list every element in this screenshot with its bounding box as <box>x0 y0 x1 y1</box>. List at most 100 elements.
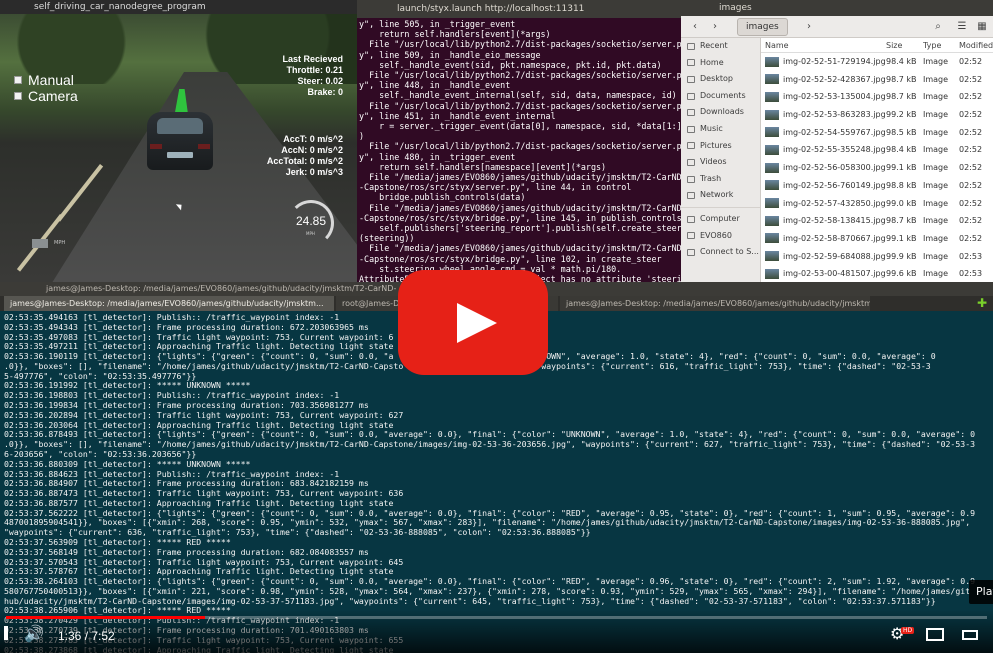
file-type: Image <box>923 251 949 261</box>
youtube-play-button[interactable] <box>398 270 548 375</box>
camera-option[interactable]: Camera <box>14 88 78 104</box>
terminal-line: y", line 480, in _trigger_event <box>359 151 516 162</box>
terminal-line: self._handle_event(sid, pkt.namespace, p… <box>359 59 662 70</box>
file-modified: 02:52 <box>959 216 983 226</box>
column-type[interactable]: Type <box>923 38 959 52</box>
sidebar-item[interactable]: Network <box>681 187 760 204</box>
image-thumbnail-icon <box>765 268 779 279</box>
file-row[interactable]: img-02-52-54-559767.jpg 98.5 kB Image 02:52 <box>761 124 993 142</box>
file-row[interactable]: img-02-52-53-135004.jpg 98.7 kB Image 02:52 <box>761 88 993 106</box>
progress-fill <box>6 616 206 619</box>
file-row[interactable]: img-02-52-56-058300.jpg 99.1 kB Image 02:52 <box>761 159 993 177</box>
camera-checkbox[interactable] <box>14 92 22 100</box>
file-name: img-02-52-56-058300.jpg <box>783 163 886 173</box>
file-name: img-02-52-59-684088.jpg <box>783 251 886 261</box>
file-type: Image <box>923 163 949 173</box>
file-type: Image <box>923 233 949 243</box>
sidebar-item[interactable]: Desktop <box>681 71 760 88</box>
terminal-line: -Capstone/ros/src/styx/server.py", line … <box>359 182 632 193</box>
file-row[interactable]: img-02-52-53-863283.jpg 99.2 kB Image 02:52 <box>761 106 993 124</box>
manual-checkbox[interactable] <box>14 76 22 84</box>
sidebar-separator <box>681 206 760 208</box>
sidebar-item-label: Videos <box>700 157 727 167</box>
file-row[interactable]: img-02-52-59-684088.jpg 99.9 kB Image 02:53 <box>761 248 993 266</box>
search-icon[interactable]: ⌕ <box>931 19 945 35</box>
sidebar-item[interactable]: EVO860 <box>681 228 760 245</box>
progress-bar[interactable] <box>6 616 987 619</box>
image-thumbnail-icon <box>765 162 779 173</box>
launch-terminal-output[interactable]: y", line 505, in _trigger_event return s… <box>357 18 681 282</box>
file-modified: 02:52 <box>959 92 983 102</box>
file-name-cell: img-02-53-00-481507.jpg <box>761 265 886 282</box>
terminal-line: File "/usr/local/lib/python2.7/dist-pack… <box>359 100 681 111</box>
play-tooltip: Play <box>969 580 993 604</box>
column-size[interactable]: Size <box>886 38 923 52</box>
location-next-icon[interactable]: › <box>803 19 815 35</box>
terminal-line: File "/usr/local/lib/python2.7/dist-pack… <box>359 70 681 81</box>
sidebar-item[interactable]: Recent <box>681 38 760 55</box>
column-modified[interactable]: Modified <box>959 38 993 52</box>
terminal-line: -Capstone/ros/src/styx/bridge.py", line … <box>359 212 681 223</box>
sidebar-item[interactable]: Home <box>681 55 760 72</box>
terminal-line: return self.handlers[namespace][event](*… <box>359 161 607 172</box>
sidebar-item[interactable]: Videos <box>681 154 760 171</box>
file-row[interactable]: img-02-52-52-428367.jpg 98.7 kB Image 02:52 <box>761 71 993 89</box>
file-modified: 02:52 <box>959 74 983 84</box>
volume-icon[interactable]: 🔊 <box>24 624 44 643</box>
next-icon[interactable] <box>4 626 8 640</box>
sidebar-item[interactable]: Downloads <box>681 104 760 121</box>
file-row[interactable]: img-02-52-51-729194.jpg 98.4 kB Image 02:52 <box>761 53 993 71</box>
terminal-tab[interactable]: james@James-Desktop: /media/james/EVO860… <box>560 296 870 311</box>
manual-option[interactable]: Manual <box>14 72 78 88</box>
speed-value: 24.85 <box>296 214 327 228</box>
folder-icon <box>687 42 695 50</box>
file-row[interactable]: img-02-52-58-870667.jpg 99.1 kB Image 02:52 <box>761 230 993 248</box>
sidebar-item[interactable]: Trash <box>681 171 760 188</box>
file-row[interactable]: img-02-53-00-481507.jpg 99.6 kB Image 02:53 <box>761 265 993 282</box>
file-type: Image <box>923 110 949 120</box>
file-row[interactable]: img-02-52-56-760149.jpg 98.8 kB Image 02:52 <box>761 177 993 195</box>
file-row[interactable]: img-02-52-55-355248.jpg 98.4 kB Image 02:52 <box>761 141 993 159</box>
column-name[interactable]: Name <box>761 38 886 52</box>
file-size: 98.4 kB <box>886 57 917 66</box>
file-size: 99.9 kB <box>886 251 917 261</box>
location-button[interactable]: images <box>737 18 788 36</box>
file-type: Image <box>923 57 949 66</box>
sidebar-item[interactable]: Documents <box>681 88 760 105</box>
file-type: Image <box>923 127 949 137</box>
launch-terminal[interactable]: launch/styx.launch http://localhost:1131… <box>357 0 681 282</box>
sidebar-item[interactable]: Pictures <box>681 138 760 155</box>
file-manager-window: images ‹ › images › ⌕ ☰ ▦ Recent Home Desk… <box>681 0 993 282</box>
miniplayer-icon[interactable] <box>926 628 944 641</box>
back-icon[interactable]: ‹ <box>687 19 703 35</box>
grid-view-icon[interactable]: ▦ <box>975 19 989 35</box>
file-name: img-02-52-55-355248.jpg <box>783 145 886 155</box>
sidebar-item[interactable]: Music <box>681 121 760 138</box>
list-view-icon[interactable]: ☰ <box>955 19 969 35</box>
file-row[interactable]: img-02-52-58-138415.jpg 98.7 kB Image 02:52 <box>761 212 993 230</box>
terminal-line: return self.handlers[event](*args) <box>359 29 551 40</box>
image-thumbnail-icon <box>765 251 779 262</box>
file-modified: 02:52 <box>959 198 983 208</box>
folder-icon <box>687 215 695 223</box>
sidebar-item-label: Trash <box>700 173 722 183</box>
control-stat-line: Throttle: 0.21 <box>286 65 343 75</box>
terminal-tab[interactable]: james@James-Desktop: /media/james/EVO860… <box>4 296 334 311</box>
file-modified: 02:52 <box>959 163 983 173</box>
file-name-cell: img-02-52-55-355248.jpg <box>761 141 886 159</box>
new-tab-icon[interactable]: ✚ <box>977 296 993 311</box>
terminal-line: File "/usr/local/lib/python2.7/dist-pack… <box>359 141 681 152</box>
forward-icon[interactable]: › <box>707 19 723 35</box>
file-size: 98.4 kB <box>886 145 917 155</box>
file-row[interactable]: img-02-52-57-432850.jpg 99.0 kB Image 02:52 <box>761 195 993 213</box>
sidebar-item[interactable]: Connect to S... <box>681 244 760 261</box>
file-modified: 02:52 <box>959 110 983 120</box>
image-thumbnail-icon <box>765 91 779 102</box>
file-name-cell: img-02-52-51-729194.jpg <box>761 53 886 71</box>
theater-mode-icon[interactable] <box>962 630 978 640</box>
sim-options: Manual Camera <box>14 72 78 104</box>
sidebar-item[interactable]: Computer <box>681 211 760 228</box>
image-thumbnail-icon <box>765 56 779 67</box>
terminal-line: r = server._trigger_event(data[0], names… <box>359 121 681 132</box>
image-thumbnail-icon <box>765 215 779 226</box>
